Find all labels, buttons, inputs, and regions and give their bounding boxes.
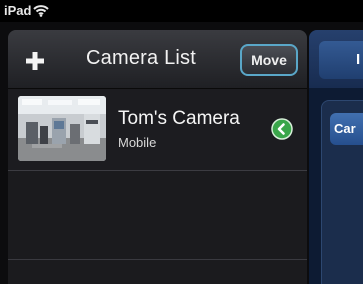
move-button[interactable]: Move (240, 44, 298, 76)
status-bar: iPad (0, 0, 363, 22)
wifi-icon (33, 4, 49, 20)
page-title: Camera List (86, 47, 197, 69)
camera-list-navbar: Camera List Move (8, 30, 307, 89)
plus-icon (26, 52, 44, 70)
detail-top-button[interactable]: I (319, 41, 363, 79)
chevron-right-circle-icon[interactable] (271, 118, 293, 140)
detail-navbar: I (309, 30, 363, 88)
add-camera-button[interactable] (23, 49, 47, 73)
camera-subtitle: Mobile (118, 135, 157, 150)
tab-camera[interactable]: Car (330, 113, 363, 145)
camera-thumbnail (18, 96, 106, 161)
camera-list-item[interactable]: Tom's Camera Mobile (8, 89, 307, 171)
camera-name: Tom's Camera (118, 108, 240, 129)
device-name: iPad (4, 3, 32, 18)
detail-content: Car (321, 100, 363, 284)
camera-list-panel: Camera List Move Tom's Camera Mobile (8, 30, 307, 284)
camera-detail-panel: I Car (309, 30, 363, 284)
row-divider (8, 259, 307, 260)
